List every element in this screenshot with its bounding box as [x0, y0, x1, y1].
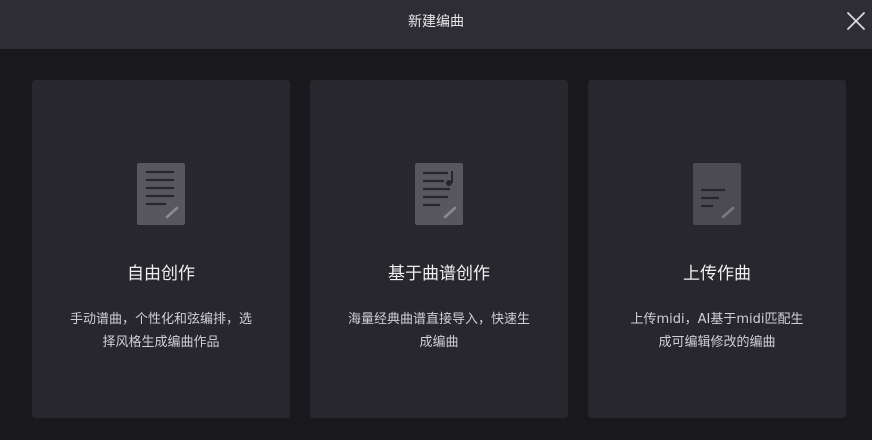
new-arrangement-dialog: 新建编曲 自由创作 手动谱曲，个性化和弦编排，选择风格生成编曲作品 基于曲谱创作… — [0, 0, 872, 440]
option-description: 上传midi，AI基于midi匹配生成可编辑修改的编曲 — [630, 312, 804, 350]
close-icon — [847, 12, 865, 30]
option-description: 海量经典曲谱直接导入，快速生成编曲 — [348, 312, 531, 350]
dialog-title: 新建编曲 — [408, 14, 464, 30]
option-card-free-compose[interactable]: 自由创作 手动谱曲，个性化和弦编排，选择风格生成编曲作品 — [32, 80, 290, 418]
option-card-upload[interactable]: 上传作曲 上传midi，AI基于midi匹配生成可编辑修改的编曲 — [588, 80, 846, 418]
option-title: 上传作曲 — [683, 264, 751, 284]
upload-document-icon — [693, 163, 741, 225]
option-cards: 自由创作 手动谱曲，个性化和弦编排，选择风格生成编曲作品 基于曲谱创作 海量经典… — [32, 80, 846, 418]
dialog-titlebar: 新建编曲 — [0, 0, 872, 49]
option-card-from-score[interactable]: 基于曲谱创作 海量经典曲谱直接导入，快速生成编曲 — [310, 80, 568, 418]
option-title: 基于曲谱创作 — [388, 264, 490, 284]
close-button[interactable] — [844, 9, 868, 33]
document-lines-icon — [137, 163, 185, 225]
sheet-music-icon — [415, 163, 463, 225]
option-title: 自由创作 — [127, 264, 195, 284]
option-description: 手动谱曲，个性化和弦编排，选择风格生成编曲作品 — [70, 312, 253, 350]
